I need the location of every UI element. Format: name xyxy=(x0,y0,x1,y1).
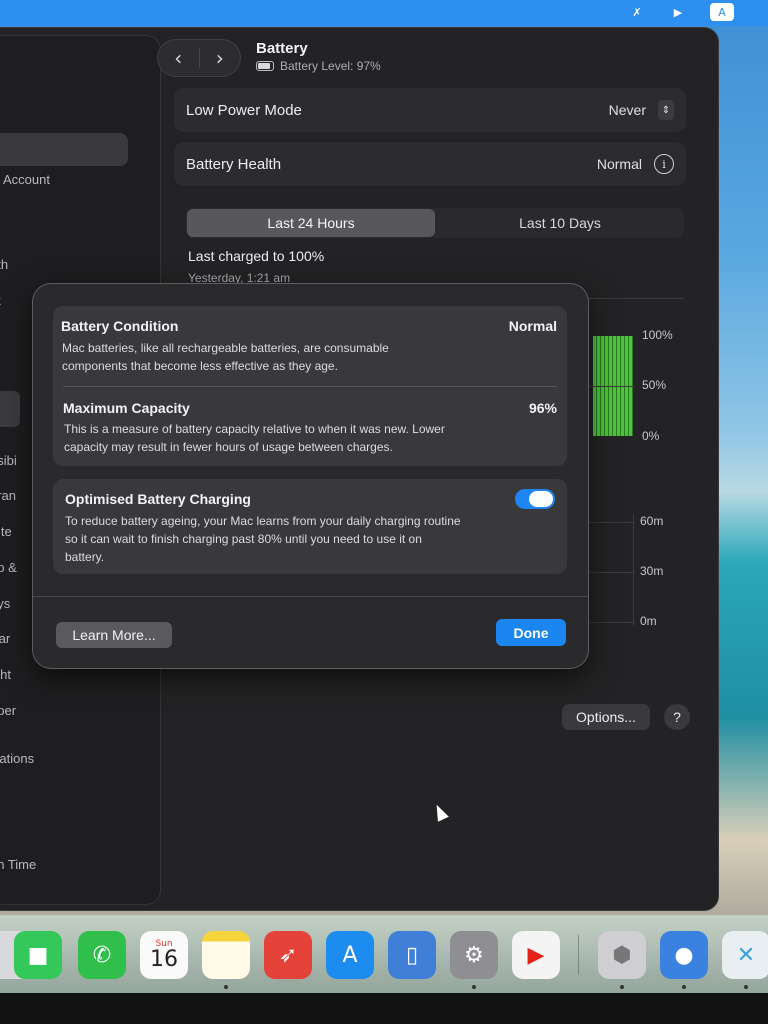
maximum-capacity-title: Maximum Capacity xyxy=(63,400,190,416)
sidebar-item-appearance[interactable]: aran xyxy=(0,488,16,503)
calendar-icon[interactable]: Sun 16 xyxy=(140,931,188,979)
sidebar-item-apple-intelligence[interactable]: Inte xyxy=(0,524,12,539)
tab-last-10-days[interactable]: Last 10 Days xyxy=(436,208,684,238)
back-button[interactable]: ‹ xyxy=(158,46,199,70)
optimised-charging-desc-line1: To reduce battery ageing, your Mac learn… xyxy=(65,514,461,528)
usage-axis-line xyxy=(633,514,634,626)
sidebar-search-field[interactable] xyxy=(0,133,128,166)
battery-health-dialog: Battery Condition Normal Mac batteries, … xyxy=(33,284,588,668)
done-button[interactable]: Done xyxy=(496,619,566,646)
card-divider xyxy=(63,386,557,387)
battery-health-label: Battery Health xyxy=(186,155,282,173)
low-power-mode-label: Low Power Mode xyxy=(186,101,302,119)
sidebar-item-desktop-dock[interactable]: op & xyxy=(0,560,17,575)
maximum-capacity-desc-line2: capacity may result in fewer hours of us… xyxy=(64,440,393,454)
maximum-capacity-desc-line1: This is a measure of battery capacity re… xyxy=(64,422,445,436)
play-circle-icon[interactable]: ▶ xyxy=(666,2,690,22)
screen-bezel xyxy=(0,993,768,1024)
forward-button[interactable]: › xyxy=(200,46,241,70)
optimised-charging-desc-line2: so it can wait to finish charging past 8… xyxy=(65,532,422,546)
running-indicator xyxy=(682,985,686,989)
battery-condition-card: Battery Condition Normal Mac batteries, … xyxy=(53,306,567,466)
notes-icon[interactable] xyxy=(202,931,250,979)
usage-axis-label-30m: 30m xyxy=(640,564,664,578)
sidebar-item-menu-bar[interactable]: Bar xyxy=(0,631,10,646)
running-indicator xyxy=(744,985,748,989)
sidebar-item-spotlight[interactable]: ight xyxy=(0,667,11,682)
running-indicator xyxy=(620,985,624,989)
sidebar-item-displays[interactable]: ays xyxy=(0,596,10,611)
optimised-charging-card: Optimised Battery Charging To reduce bat… xyxy=(53,479,567,574)
xcode-like-icon[interactable]: ✕ xyxy=(722,931,768,979)
battery-condition-value: Normal xyxy=(508,318,557,334)
optimised-charging-toggle[interactable] xyxy=(515,489,555,509)
battery-health-value-group: Normal i xyxy=(597,154,674,174)
system-settings-gear-icon[interactable]: ⚙ xyxy=(450,931,498,979)
navigation-buttons: ‹ › xyxy=(158,40,240,76)
help-button[interactable]: ? xyxy=(664,704,690,730)
utility-app-icon[interactable]: ⬢ xyxy=(598,931,646,979)
low-power-mode-row: Low Power Mode Never ⇕ xyxy=(174,88,686,132)
dock-separator xyxy=(578,935,579,975)
level-axis-label-50: 50% xyxy=(642,378,667,392)
page-subtitle: Battery Level: 97% xyxy=(256,59,381,73)
last-charged-text: Last charged to 100% xyxy=(188,248,325,264)
play-icon: ▶ xyxy=(527,942,545,968)
sidebar-item-accessibility[interactable]: esibi xyxy=(0,453,17,468)
launchpad-rocket-icon[interactable]: ➶ xyxy=(264,931,312,979)
low-power-mode-value: Never xyxy=(608,102,646,118)
dock: ■ ✆ Sun 16 ➶ A ▯ ⚙ ▶ ⬢ ● ✕ xyxy=(0,915,768,993)
time-range-segmented-control: Last 24 Hours Last 10 Days xyxy=(186,208,684,238)
phone-icon[interactable]: ✆ xyxy=(78,931,126,979)
battery-condition-desc-line1: Mac batteries, like all rechargeable bat… xyxy=(62,341,389,355)
sidebar-item-notifications[interactable]: ications xyxy=(0,751,34,766)
input-source-icon[interactable]: A xyxy=(710,3,734,21)
battery-health-value: Normal xyxy=(596,156,642,172)
menu-bar: ✗ ▶ A xyxy=(0,0,768,26)
dock-app-blue-icon[interactable]: ● xyxy=(660,931,708,979)
last-charged-time: Yesterday, 1:21 am xyxy=(188,271,291,285)
dialog-divider xyxy=(33,596,588,597)
sidebar-item-bluetooth[interactable]: oth xyxy=(0,257,8,272)
app-store-icon[interactable]: A xyxy=(326,931,374,979)
optimised-charging-title: Optimised Battery Charging xyxy=(65,491,251,507)
iphone-mirroring-icon[interactable]: ▯ xyxy=(388,931,436,979)
info-icon[interactable]: i xyxy=(654,154,674,174)
battery-health-row: Battery Health Normal i xyxy=(174,142,686,186)
sidebar-item-account[interactable]: le Account xyxy=(0,172,50,187)
sidebar-item-wallpaper[interactable]: aper xyxy=(0,703,16,718)
chevron-updown-icon: ⇕ xyxy=(658,100,674,120)
level-axis-label-100: 100% xyxy=(642,328,673,342)
facetime-icon[interactable]: ■ xyxy=(14,931,62,979)
youtube-icon[interactable]: ▶ xyxy=(512,931,560,979)
calendar-day: 16 xyxy=(150,947,178,972)
running-indicator xyxy=(472,985,476,989)
wifi-off-icon[interactable]: ✗ xyxy=(624,2,650,22)
options-button[interactable]: Options... xyxy=(562,704,650,730)
usage-axis-label-60m: 60m xyxy=(640,514,664,528)
page-title: Battery xyxy=(256,40,308,57)
maximum-capacity-value: 96% xyxy=(528,400,557,416)
battery-level-text: Battery Level: 97% xyxy=(280,59,381,73)
running-indicator xyxy=(224,985,228,989)
sidebar-item-screen-time[interactable]: en Time xyxy=(0,857,36,872)
optimised-charging-desc-line3: battery. xyxy=(65,550,105,564)
battery-condition-title: Battery Condition xyxy=(61,318,179,334)
learn-more-button[interactable]: Learn More... xyxy=(56,622,172,648)
usage-axis-label-0m: 0m xyxy=(640,614,657,628)
battery-condition-desc-line2: components that become less effective as… xyxy=(62,359,338,373)
sidebar-item-network[interactable]: rk xyxy=(0,293,1,308)
sidebar-item-battery-selected[interactable] xyxy=(0,391,20,427)
level-axis-label-0: 0% xyxy=(642,429,660,443)
low-power-mode-select[interactable]: Never ⇕ xyxy=(609,100,674,120)
battery-icon xyxy=(256,61,274,71)
tab-last-24-hours[interactable]: Last 24 Hours xyxy=(187,209,435,237)
